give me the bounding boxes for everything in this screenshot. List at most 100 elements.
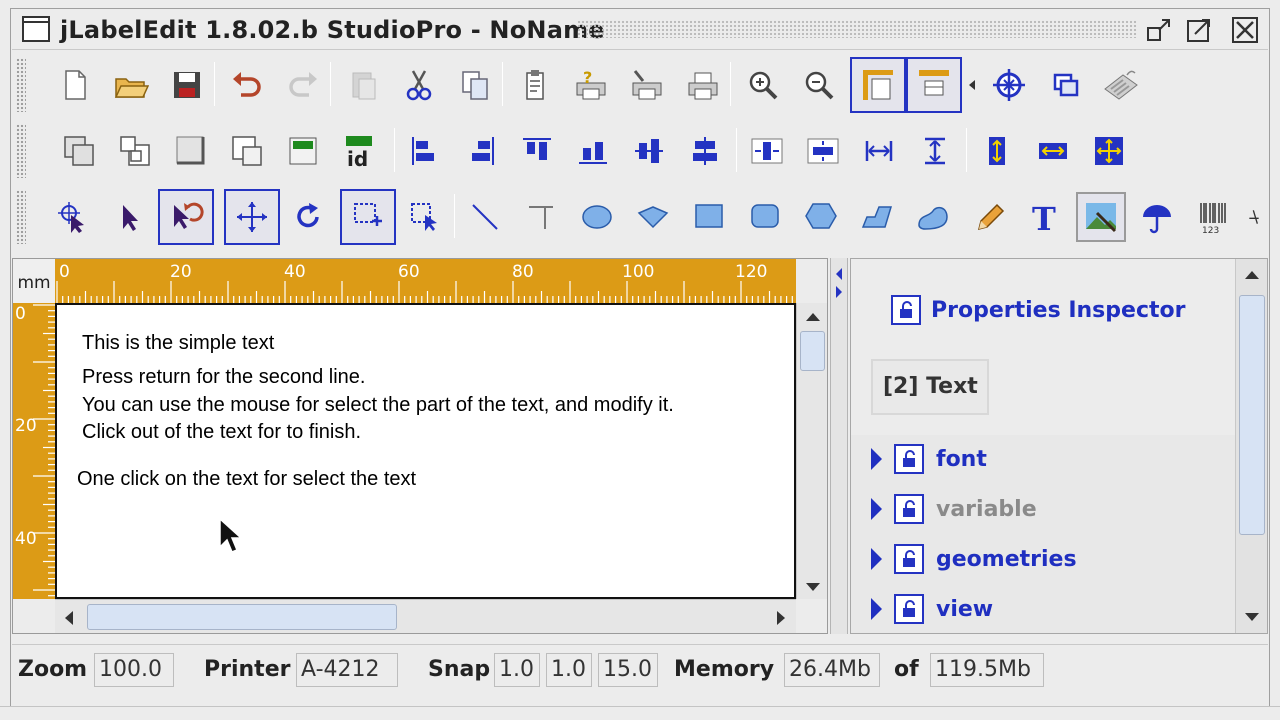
same-width-icon[interactable] (1028, 126, 1078, 176)
toolbar-more-arrow[interactable] (962, 60, 982, 110)
parallelogram-icon[interactable] (852, 192, 902, 242)
paste-icon[interactable] (338, 60, 388, 110)
text-icon[interactable]: T (1020, 192, 1070, 242)
toolbar-handle[interactable] (16, 190, 26, 244)
window-icon[interactable] (1040, 60, 1090, 110)
new-file-icon[interactable] (50, 60, 100, 110)
resize-select-icon[interactable] (340, 189, 396, 245)
property-group-variable[interactable]: variable (871, 489, 1037, 529)
scroll-up-icon[interactable] (1243, 269, 1261, 281)
align-left-icon[interactable] (400, 126, 450, 176)
align-center-v-icon[interactable] (680, 126, 730, 176)
lock-icon[interactable] (894, 444, 924, 474)
scroll-left-icon[interactable] (63, 609, 75, 627)
scroll-thumb[interactable] (800, 331, 825, 371)
scroll-thumb[interactable] (87, 604, 397, 630)
toolbar-handle[interactable] (16, 124, 26, 178)
app-window-icon[interactable] (22, 16, 50, 42)
send-back-icon[interactable] (110, 126, 160, 176)
ellipse-icon[interactable] (572, 192, 622, 242)
scroll-thumb[interactable] (1239, 295, 1265, 535)
canvas-vertical-scrollbar[interactable] (796, 303, 827, 599)
lock-icon[interactable] (894, 494, 924, 524)
minimize-button[interactable] (1144, 16, 1174, 44)
print-icon[interactable] (678, 60, 728, 110)
image-icon[interactable] (1076, 192, 1126, 242)
text-line[interactable]: Press return for the second line. (82, 366, 365, 389)
rotate-icon[interactable] (284, 192, 334, 242)
property-group-geometries[interactable]: geometries (871, 539, 1077, 579)
rotate-pointer-icon[interactable] (158, 189, 214, 245)
distribute-v-icon[interactable] (910, 126, 960, 176)
snap-angle-field[interactable]: 15.0 (598, 653, 658, 687)
same-size-icon[interactable] (1084, 126, 1134, 176)
property-group-view[interactable]: view (871, 589, 993, 629)
properties-icon[interactable] (510, 60, 560, 110)
maximize-button[interactable] (1184, 16, 1214, 44)
save-icon[interactable] (162, 60, 212, 110)
rounded-rect-icon[interactable] (740, 192, 790, 242)
keyboard-icon[interactable] (1096, 60, 1146, 110)
rectangle-icon[interactable] (684, 192, 734, 242)
print-help-icon[interactable]: ? (566, 60, 616, 110)
copy-icon[interactable] (450, 60, 500, 110)
label-layout-icon[interactable] (906, 57, 962, 113)
expand-icon[interactable] (871, 498, 882, 520)
blob-icon[interactable] (908, 192, 958, 242)
scroll-up-icon[interactable] (804, 311, 822, 323)
diamond-icon[interactable] (628, 192, 678, 242)
redo-icon[interactable] (278, 60, 328, 110)
align-center-h-icon[interactable] (624, 126, 674, 176)
collapse-arrows-icon[interactable] (834, 266, 844, 300)
barcode-icon[interactable]: 123 (1188, 192, 1238, 242)
print-setup-icon[interactable] (622, 60, 672, 110)
polygon-icon[interactable] (796, 192, 846, 242)
select-pointer-icon[interactable] (48, 192, 98, 242)
lock-icon[interactable] (894, 544, 924, 574)
zoom-out-icon[interactable] (794, 60, 844, 110)
zoom-field[interactable]: 100.0 (94, 653, 174, 687)
distribute-h-icon[interactable] (854, 126, 904, 176)
text-line[interactable]: This is the simple text (82, 332, 274, 355)
open-folder-icon[interactable] (106, 60, 156, 110)
page-layout-icon[interactable] (850, 57, 906, 113)
property-group-font[interactable]: font (871, 439, 987, 479)
text-line[interactable]: Click out of the text for to finish. (82, 421, 361, 444)
line-icon[interactable] (460, 192, 510, 242)
canvas-horizontal-scrollbar[interactable] (55, 599, 796, 633)
label-canvas[interactable]: This is the simple text Press return for… (55, 303, 796, 599)
arrow-pointer-icon[interactable] (104, 192, 154, 242)
crosshair-icon[interactable] (984, 60, 1034, 110)
expand-icon[interactable] (871, 448, 882, 470)
cut-icon[interactable] (394, 60, 444, 110)
printer-field[interactable]: A-4212 (296, 653, 398, 687)
center-horizontal-icon[interactable] (742, 126, 792, 176)
text-line[interactable]: You can use the mouse for select the par… (82, 394, 674, 417)
close-button[interactable] (1230, 16, 1260, 44)
undo-icon[interactable] (222, 60, 272, 110)
corner-line-icon[interactable] (516, 192, 566, 242)
bring-front-icon[interactable] (54, 126, 104, 176)
center-vertical-icon[interactable] (798, 126, 848, 176)
zoom-in-icon[interactable] (738, 60, 788, 110)
move-up-icon[interactable] (166, 126, 216, 176)
title-bar[interactable]: jLabelEdit 1.8.02.b StudioPro - NoName (12, 10, 1268, 50)
align-top-icon[interactable] (512, 126, 562, 176)
panel-splitter[interactable] (830, 258, 848, 634)
lock-icon[interactable] (894, 594, 924, 624)
align-bottom-icon[interactable] (568, 126, 618, 176)
umbrella-icon[interactable] (1132, 192, 1182, 242)
scroll-right-icon[interactable] (775, 609, 787, 627)
expand-icon[interactable] (871, 548, 882, 570)
align-right-icon[interactable] (456, 126, 506, 176)
snap-x-field[interactable]: 1.0 (494, 653, 540, 687)
scroll-down-icon[interactable] (804, 581, 822, 593)
counter-icon[interactable] (278, 126, 328, 176)
move-icon[interactable] (224, 189, 280, 245)
more-tools-icon[interactable] (1244, 192, 1268, 242)
pencil-icon[interactable] (964, 192, 1014, 242)
scroll-down-icon[interactable] (1243, 611, 1261, 623)
inspector-scrollbar[interactable] (1235, 259, 1267, 633)
same-height-icon[interactable] (972, 126, 1022, 176)
move-down-icon[interactable] (222, 126, 272, 176)
